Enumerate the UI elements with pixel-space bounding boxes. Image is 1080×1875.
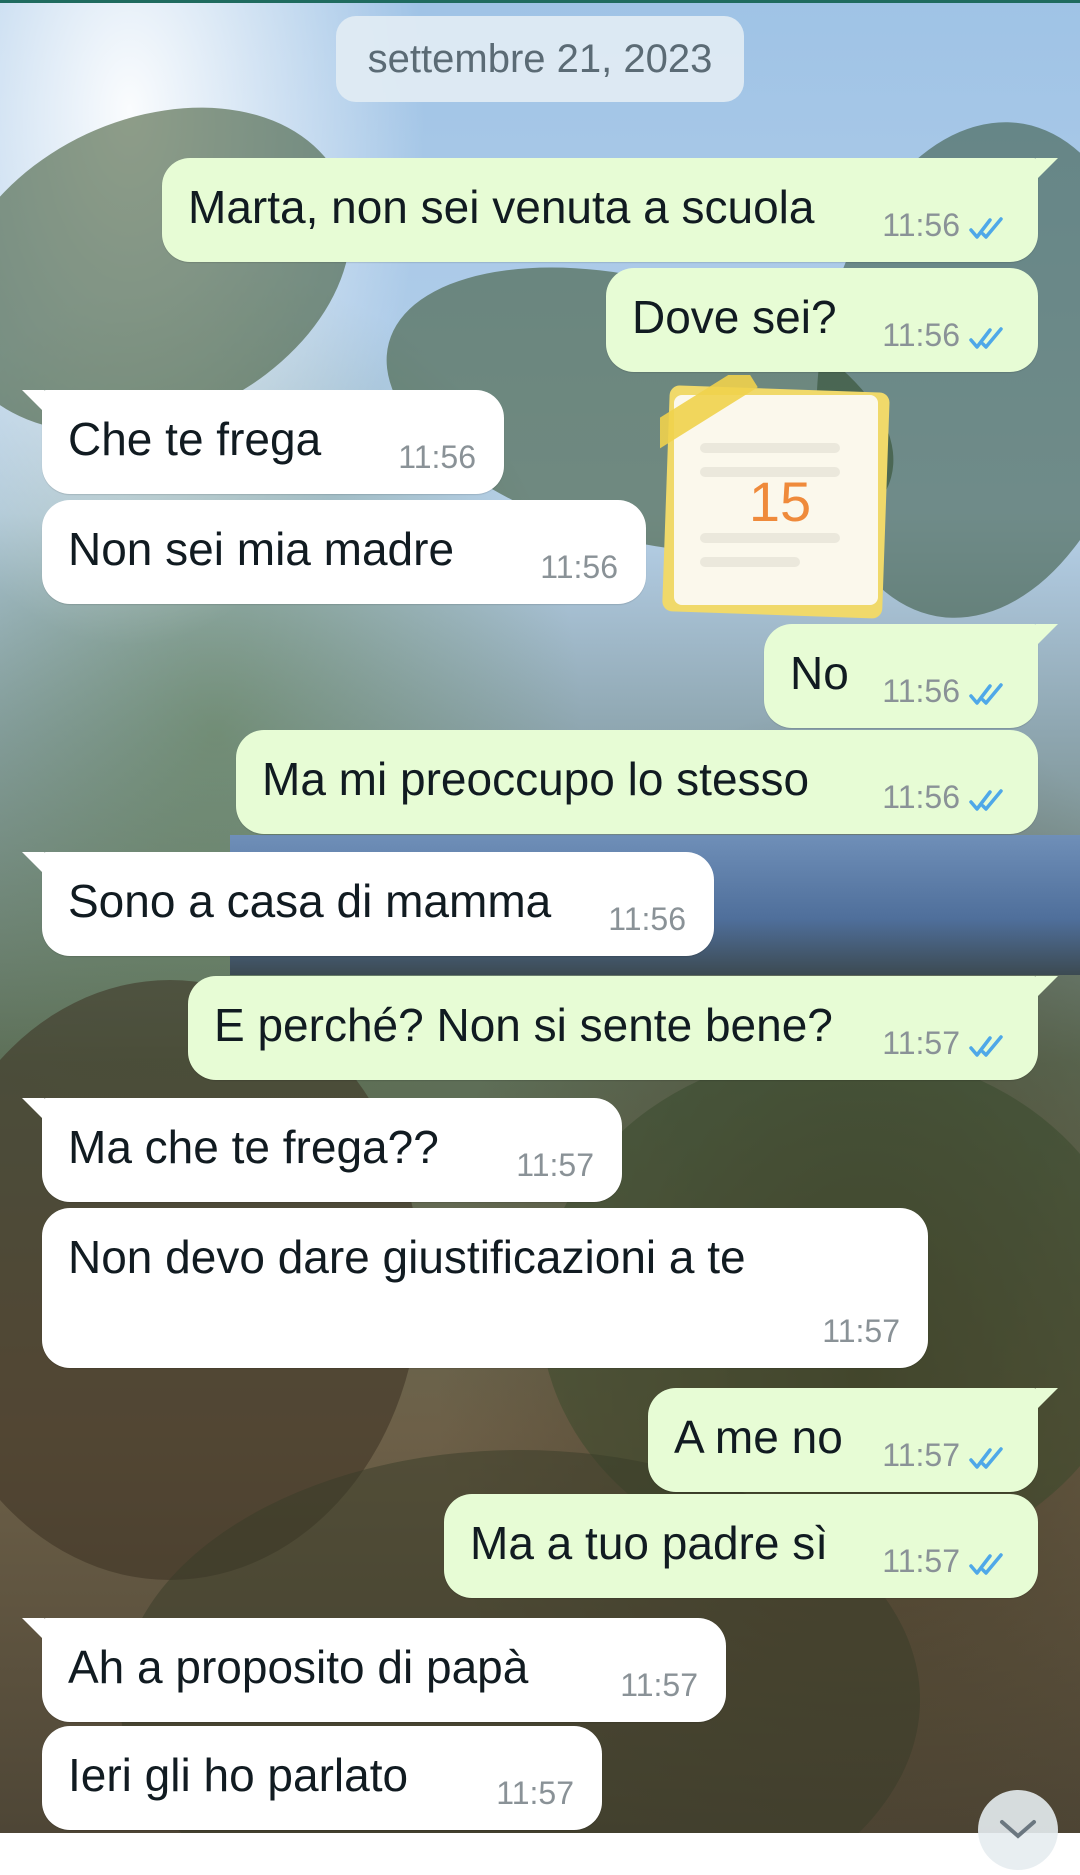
message-time: 11:57: [822, 1313, 900, 1349]
calendar-sticker[interactable]: 15: [660, 375, 896, 620]
message-text: Dove sei?: [632, 291, 837, 343]
message-bubble-outgoing[interactable]: Ma a tuo padre sì 11:57: [444, 1494, 1038, 1598]
message-text: Ma a tuo padre sì: [470, 1517, 828, 1569]
message-text: Ah a proposito di papà: [68, 1641, 529, 1693]
message-bubble-incoming[interactable]: Che te frega 11:56: [22, 390, 504, 494]
double-check-icon: [969, 1447, 1003, 1469]
message-time: 11:56: [882, 207, 960, 243]
message-bubble-outgoing[interactable]: Marta, non sei venuta a scuola 11:56: [162, 158, 1058, 262]
message-text: Ieri gli ho parlato: [68, 1749, 409, 1801]
message-bubble-outgoing[interactable]: No 11:56: [764, 624, 1058, 728]
message-bubble-incoming[interactable]: Ah a proposito di papà 11:57: [22, 1618, 726, 1722]
scroll-to-bottom-button[interactable]: [978, 1790, 1058, 1870]
message-time: 11:56: [882, 779, 960, 815]
message-time: 11:57: [882, 1543, 960, 1579]
message-text: Marta, non sei venuta a scuola: [188, 181, 815, 233]
message-bubble-incoming[interactable]: Non sei mia madre 11:56: [42, 500, 646, 604]
message-time: 11:56: [398, 439, 476, 475]
message-bubble-outgoing[interactable]: E perché? Non si sente bene? 11:57: [188, 976, 1058, 1080]
message-bubble-outgoing[interactable]: A me no 11:57: [648, 1388, 1058, 1492]
message-time: 11:56: [540, 549, 618, 585]
message-text: Ma che te frega??: [68, 1121, 439, 1173]
message-text: No: [790, 647, 849, 699]
message-bubble-incoming[interactable]: Non devo dare giustificazioni a te 11:57: [42, 1208, 928, 1368]
message-bubble-incoming[interactable]: Ieri gli ho parlato 11:57: [42, 1726, 602, 1830]
message-text: Sono a casa di mamma: [68, 875, 552, 927]
message-time: 11:56: [608, 901, 686, 937]
top-edge: [0, 0, 1080, 3]
sticker-number: 15: [749, 470, 811, 533]
message-time: 11:56: [882, 673, 960, 709]
double-check-icon: [969, 789, 1003, 811]
message-text: Che te frega: [68, 413, 322, 465]
message-text: Ma mi preoccupo lo stesso: [262, 753, 810, 805]
message-bubble-outgoing[interactable]: Dove sei? 11:56: [606, 268, 1038, 372]
double-check-icon: [969, 327, 1003, 349]
message-bubble-incoming[interactable]: Sono a casa di mamma 11:56: [22, 852, 714, 956]
message-text: Non sei mia madre: [68, 523, 455, 575]
double-check-icon: [969, 683, 1003, 705]
message-time: 11:57: [882, 1437, 960, 1473]
message-time: 11:57: [882, 1025, 960, 1061]
double-check-icon: [969, 1553, 1003, 1575]
message-time: 11:57: [496, 1775, 574, 1811]
date-separator: settembre 21, 2023: [336, 16, 744, 102]
message-bubble-outgoing[interactable]: Ma mi preoccupo lo stesso 11:56: [236, 730, 1038, 834]
message-text: Non devo dare giustificazioni a te: [68, 1231, 746, 1283]
double-check-icon: [969, 217, 1003, 239]
message-time: 11:57: [516, 1147, 594, 1183]
message-text: E perché? Non si sente bene?: [214, 999, 833, 1051]
message-text: A me no: [674, 1411, 843, 1463]
message-bubble-incoming[interactable]: Ma che te frega?? 11:57: [22, 1098, 622, 1202]
double-check-icon: [969, 1035, 1003, 1057]
message-time: 11:56: [882, 317, 960, 353]
message-time: 11:57: [620, 1667, 698, 1703]
chevron-down-icon: [1000, 1820, 1036, 1839]
